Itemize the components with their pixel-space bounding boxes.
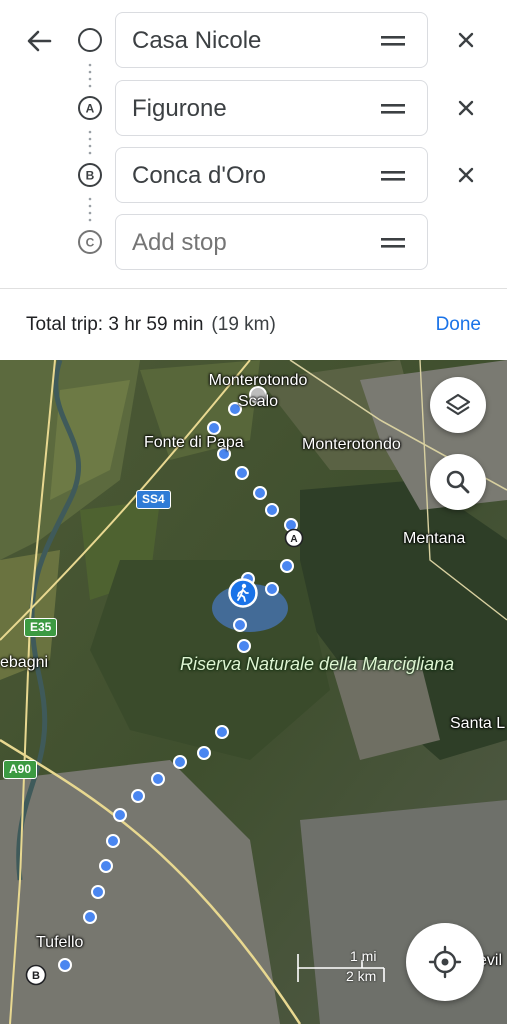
satellite-map[interactable]: A B Monterotondo Scalo Fonte di Papa Mon… — [0, 360, 507, 1024]
stop-value: Conca d'Oro — [132, 162, 266, 189]
map-label-mentana: Mentana — [403, 530, 466, 547]
stop-c-letter: C — [86, 236, 95, 250]
close-icon — [458, 32, 474, 48]
stop-row-b: B Conca d'Oro — [0, 147, 507, 203]
stop-b-letter: B — [86, 169, 95, 183]
road-shield-ss4: SS4 — [136, 490, 171, 509]
walking-person-icon[interactable] — [228, 578, 258, 608]
route-marker-b[interactable]: B — [25, 964, 47, 986]
stop-a-letter: A — [86, 102, 95, 116]
my-location-icon — [428, 945, 462, 979]
drag-handle-icon[interactable] — [381, 33, 405, 49]
search-icon — [446, 470, 470, 494]
map-label-monterotondo-scalo: Monterotondo Scalo — [198, 370, 318, 412]
map-label-santa-lucia: Santa L — [450, 715, 506, 732]
origin-circle-icon — [78, 28, 102, 52]
map-label-fonte-di-papa: Fonte di Papa — [144, 434, 244, 451]
scale-miles: 1 mi — [350, 948, 377, 964]
route-marker-a[interactable]: A — [284, 528, 304, 548]
route-marker-b-letter: B — [32, 970, 40, 982]
trip-distance: (19 km) — [211, 314, 276, 335]
scale-km: 2 km — [346, 968, 377, 984]
trip-summary-bar: Total trip: 3 hr 59 min (19 km) Done — [0, 289, 507, 360]
drag-handle-icon[interactable] — [381, 235, 405, 251]
map-label-text: Monterotondo Scalo — [208, 372, 308, 410]
map-scale: 1 mi 2 km — [296, 948, 388, 988]
remove-stop-button[interactable] — [452, 161, 480, 189]
stop-value: Casa Nicole — [132, 27, 262, 54]
add-stop-placeholder: Add stop — [132, 229, 227, 256]
stop-c-marker-icon: C — [78, 230, 102, 254]
map-label-monterotondo: Monterotondo — [302, 436, 401, 453]
stop-row-a: A Figurone — [0, 80, 507, 136]
stop-value: Figurone — [132, 95, 227, 122]
stop-input-origin[interactable]: Casa Nicole — [115, 12, 428, 68]
trip-duration: Total trip: 3 hr 59 min — [26, 314, 204, 335]
drag-handle-icon[interactable] — [381, 101, 405, 117]
drag-handle-icon[interactable] — [381, 168, 405, 184]
my-location-button[interactable] — [406, 923, 484, 1001]
directions-panel: Casa Nicole A Figurone B Conca d'Oro C A… — [0, 0, 507, 290]
road-shield-e35: E35 — [24, 618, 58, 637]
close-icon — [458, 167, 474, 183]
done-button[interactable]: Done — [436, 314, 481, 336]
map-label-settebagni: ebagni — [0, 654, 49, 671]
remove-stop-button[interactable] — [452, 26, 480, 54]
trip-summary: Total trip: 3 hr 59 min (19 km) — [26, 314, 276, 336]
stop-input-a[interactable]: Figurone — [115, 80, 428, 136]
stop-row-c: C Add stop — [0, 214, 507, 270]
layers-button[interactable] — [430, 377, 486, 433]
close-icon — [458, 100, 474, 116]
search-button[interactable] — [430, 454, 486, 510]
stop-row-origin: Casa Nicole — [0, 12, 507, 68]
route-marker-a-letter: A — [290, 534, 297, 545]
road-shield-a90: A90 — [3, 760, 38, 779]
map-label-tufello: Tufello — [36, 934, 84, 951]
stop-input-b[interactable]: Conca d'Oro — [115, 147, 428, 203]
layers-icon — [445, 393, 471, 416]
map-label-riserva: Riserva Naturale della Marcigliana — [180, 654, 455, 674]
add-stop-input[interactable]: Add stop — [115, 214, 428, 270]
stop-b-marker-icon: B — [78, 163, 102, 187]
stop-a-marker-icon: A — [78, 96, 102, 120]
remove-stop-button[interactable] — [452, 94, 480, 122]
